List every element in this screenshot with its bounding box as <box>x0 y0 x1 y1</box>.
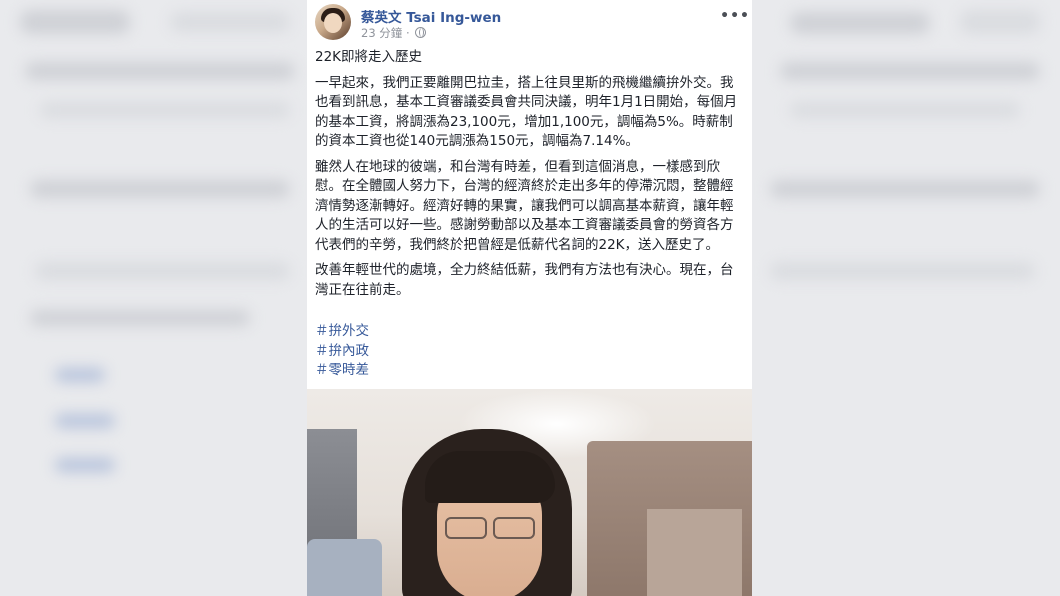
hashtag-list: ＃拚外交 ＃拚內政 ＃零時差 <box>315 322 369 381</box>
globe-icon <box>415 27 427 38</box>
post-body: 22K即將走入歷史 一早起來，我們正要離開巴拉圭，搭上往貝里斯的飛機繼續拚外交。… <box>315 48 746 306</box>
post-paragraph: 雖然人在地球的彼端，和台灣有時差，但看到這個消息，一樣感到欣慰。在全體國人努力下… <box>315 158 734 253</box>
hashtag-link[interactable]: ＃拚外交 <box>315 322 369 342</box>
author-name-link[interactable]: 蔡英文 Tsai Ing-wen <box>361 6 501 26</box>
meta-separator: · <box>405 26 410 40</box>
post-meta: 23 分鐘 · <box>361 25 427 41</box>
post-title: 22K即將走入歷史 <box>315 49 423 65</box>
avatar[interactable] <box>315 4 351 40</box>
post-paragraph: 一早起來，我們正要離開巴拉圭，搭上往貝里斯的飛機繼續拚外交。我也看到訊息，基本工… <box>315 74 738 150</box>
hashtag-link[interactable]: ＃拚內政 <box>315 342 369 362</box>
timestamp-link[interactable]: 23 分鐘 <box>361 26 402 40</box>
hashtag-link[interactable]: ＃零時差 <box>315 361 369 381</box>
post-paragraph: 改善年輕世代的處境，全力終結低薪，我們有方法也有決心。現在，台灣正在往前走。 <box>315 262 734 298</box>
more-options-button[interactable]: ••• <box>720 8 750 24</box>
post-header: 蔡英文 Tsai Ing-wen 23 分鐘 · ••• <box>315 2 752 42</box>
facebook-post: 蔡英文 Tsai Ing-wen 23 分鐘 · ••• 22K即將走入歷史 一… <box>307 0 752 596</box>
post-photo[interactable] <box>307 389 752 596</box>
